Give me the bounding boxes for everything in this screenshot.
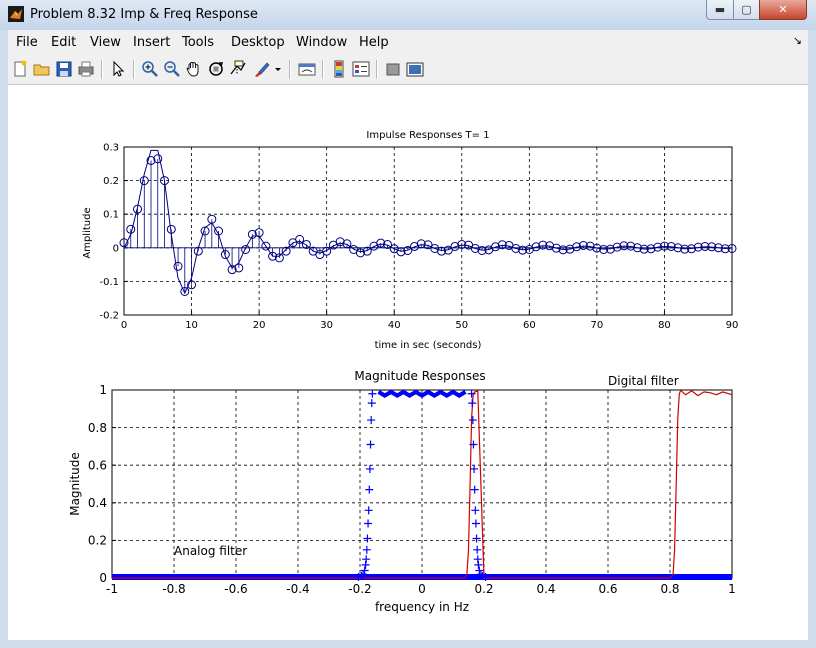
magnitude-title: Magnitude Responses bbox=[354, 369, 485, 383]
impulse-xtick-label: 50 bbox=[455, 320, 468, 331]
magnitude-xlabel: frequency in Hz bbox=[375, 600, 469, 614]
magnitude-baseline bbox=[112, 574, 732, 580]
toolbar-separator bbox=[101, 60, 103, 79]
toolbar-separator bbox=[322, 60, 324, 79]
magnitude-xtick-label: -0.2 bbox=[348, 582, 371, 596]
analog-zero-band bbox=[112, 574, 732, 580]
edit-plot-arrow-icon[interactable] bbox=[109, 60, 127, 78]
impulse-xtick-label: 90 bbox=[726, 320, 739, 331]
magnitude-xtick-label: -0.6 bbox=[224, 582, 247, 596]
magnitude-ylabel: Magnitude bbox=[68, 452, 82, 516]
print-icon[interactable] bbox=[77, 60, 95, 78]
magnitude-ytick-label: 0 bbox=[99, 571, 107, 585]
impulse-xtick-label: 20 bbox=[253, 320, 266, 331]
plots-svg: 0 10 20 30 40 50 60 70 80 90-0.2-0.100.10.20.3 Im… bbox=[68, 130, 738, 614]
matlab-figure-window: Problem 8.32 Imp & Freq Response ▬ ▢ ✕ F… bbox=[0, 0, 816, 648]
impulse-axes-box bbox=[123, 146, 733, 316]
impulse-xtick-label: 60 bbox=[523, 320, 536, 331]
magnitude-ytick-label: 0.4 bbox=[88, 496, 107, 510]
window-title: Problem 8.32 Imp & Freq Response bbox=[30, 7, 258, 22]
colorbar-icon[interactable] bbox=[330, 60, 348, 78]
magnitude-ytick-label: 0.6 bbox=[88, 458, 107, 472]
impulse-ytick-label: 0.3 bbox=[103, 143, 119, 154]
legend-icon[interactable] bbox=[352, 60, 370, 78]
impulse-xtick-label: 30 bbox=[320, 320, 333, 331]
show-plot-tools-icon[interactable] bbox=[406, 60, 424, 78]
magnitude-ytick-label: 1 bbox=[99, 383, 107, 397]
impulse-xtick-label: 0 bbox=[121, 320, 127, 331]
zoom-in-icon[interactable] bbox=[141, 60, 159, 78]
impulse-xtick-label: 80 bbox=[658, 320, 671, 331]
impulse-ytick-label: 0 bbox=[113, 243, 119, 254]
menu-window[interactable]: Window bbox=[296, 35, 347, 50]
title-bar[interactable]: Problem 8.32 Imp & Freq Response ▬ ▢ ✕ bbox=[0, 0, 816, 30]
impulse-ytick-label: 0.1 bbox=[103, 210, 119, 221]
toolbar-separator bbox=[376, 60, 378, 79]
figure-canvas[interactable]: 0 10 20 30 40 50 60 70 80 90 -0.2 -0.1 0 0.1 0.2 0.3 Im… bbox=[8, 85, 808, 640]
close-button[interactable]: ✕ bbox=[759, 0, 807, 20]
new-figure-icon[interactable] bbox=[11, 60, 29, 78]
magnitude-xtick-label: 0.6 bbox=[598, 582, 617, 596]
menu-file[interactable]: File bbox=[16, 35, 38, 50]
magnitude-xtick-label: 0 bbox=[418, 582, 426, 596]
figure-toolbar bbox=[8, 54, 808, 85]
menu-tools[interactable]: Tools bbox=[182, 35, 214, 50]
link-plot-icon[interactable] bbox=[298, 60, 316, 78]
impulse-xtick-label: 10 bbox=[185, 320, 198, 331]
magnitude-xtick-label: -1 bbox=[106, 582, 118, 596]
menu-insert[interactable]: Insert bbox=[133, 35, 170, 50]
minimize-icon: ▬ bbox=[714, 3, 726, 16]
analog-filter-label: Analog filter bbox=[174, 544, 247, 558]
impulse-xlabel: time in sec (seconds) bbox=[375, 340, 482, 351]
impulse-ylabel: Amplitude bbox=[82, 207, 93, 258]
magnitude-ytick-label: 0.8 bbox=[88, 421, 107, 435]
magnitude-axes[interactable]: -1 -0.8 -0.6 -0.4 -0.2 0 0.2 0.4 0.6 0.8 1 0 0.2 0.4 0… bbox=[68, 369, 736, 614]
zoom-out-icon[interactable] bbox=[163, 60, 181, 78]
maximize-icon: ▢ bbox=[741, 3, 752, 16]
impulse-axes[interactable]: 0 10 20 30 40 50 60 70 80 90 -0.2 -0.1 0 0.1 0.2 0.3 Im… bbox=[82, 130, 738, 351]
menu-edit[interactable]: Edit bbox=[51, 35, 76, 50]
menu-bar: File Edit View Insert Tools Desktop Wind… bbox=[8, 30, 808, 54]
brush-dropdown-icon[interactable] bbox=[273, 60, 283, 78]
magnitude-xtick-label: 0.4 bbox=[536, 582, 555, 596]
hide-plot-tools-icon[interactable] bbox=[384, 60, 402, 78]
impulse-ytick-label: 0.2 bbox=[103, 176, 119, 187]
pan-hand-icon[interactable] bbox=[185, 60, 203, 78]
magnitude-xtick-label: 0.2 bbox=[474, 582, 493, 596]
impulse-ytick-label: -0.2 bbox=[99, 311, 119, 322]
save-icon[interactable] bbox=[55, 60, 73, 78]
menu-view[interactable]: View bbox=[90, 35, 121, 50]
magnitude-xtick-label: 0.8 bbox=[660, 582, 679, 596]
magnitude-ytick-label: 0.2 bbox=[88, 534, 107, 548]
close-icon: ✕ bbox=[778, 3, 788, 16]
impulse-xtick-label: 40 bbox=[388, 320, 401, 331]
minimize-button[interactable]: ▬ bbox=[706, 0, 734, 20]
maximize-button[interactable]: ▢ bbox=[733, 0, 760, 20]
open-file-icon[interactable] bbox=[33, 60, 51, 78]
impulse-ytick-label: -0.1 bbox=[99, 277, 119, 288]
data-cursor-icon[interactable] bbox=[229, 60, 247, 78]
rotate-3d-icon[interactable] bbox=[207, 60, 225, 78]
menu-desktop[interactable]: Desktop bbox=[231, 35, 285, 50]
magnitude-xtick-label: 1 bbox=[728, 582, 736, 596]
impulse-title: Impulse Responses T= 1 bbox=[366, 130, 489, 141]
toolbar-separator bbox=[133, 60, 135, 79]
toolbar-separator bbox=[289, 60, 291, 79]
magnitude-xtick-label: -0.4 bbox=[286, 582, 309, 596]
brush-icon[interactable] bbox=[253, 60, 271, 78]
magnitude-xtick-label: -0.8 bbox=[162, 582, 185, 596]
dock-arrow-icon[interactable]: ↘ bbox=[793, 34, 802, 47]
menu-help[interactable]: Help bbox=[359, 35, 389, 50]
matlab-logo-icon bbox=[8, 6, 24, 22]
impulse-xtick-label: 70 bbox=[591, 320, 604, 331]
digital-filter-label: Digital filter bbox=[608, 374, 679, 388]
